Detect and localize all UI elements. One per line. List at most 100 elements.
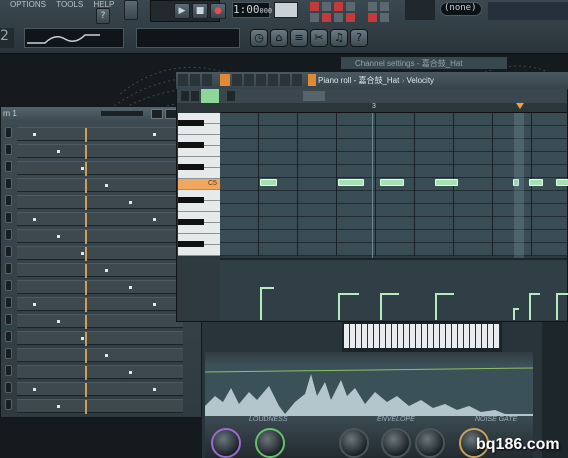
help-icon[interactable]: ? <box>350 29 368 47</box>
channel-row[interactable] <box>17 314 183 329</box>
velocity-handle[interactable] <box>555 293 568 295</box>
channel-mute-led[interactable] <box>5 382 12 393</box>
scroll-thumb[interactable] <box>303 91 325 101</box>
option-toggle[interactable] <box>380 13 389 22</box>
channel-mute-led[interactable] <box>5 178 12 189</box>
channel-row[interactable] <box>17 212 183 227</box>
time-ruler[interactable]: 3 <box>220 103 567 113</box>
mixer-icon[interactable]: ≡ <box>290 29 308 47</box>
pattern-selector[interactable]: (none) <box>440 2 482 16</box>
note[interactable] <box>528 179 544 186</box>
velocity-bar[interactable] <box>528 293 531 320</box>
velocity-lane[interactable] <box>220 258 568 320</box>
mini-keyboard[interactable] <box>342 322 502 352</box>
option-toggle[interactable] <box>334 13 343 22</box>
step-dot[interactable] <box>81 252 84 255</box>
option-toggle[interactable] <box>310 13 319 22</box>
channel-mute-led[interactable] <box>5 127 12 138</box>
undo-icon[interactable] <box>202 74 212 86</box>
channel-mute-led[interactable] <box>5 161 12 172</box>
playhead-marker[interactable] <box>516 103 524 109</box>
swing-slider[interactable] <box>101 111 143 116</box>
step-dot[interactable] <box>33 388 36 391</box>
channel-row[interactable] <box>17 161 183 176</box>
step-dot[interactable] <box>57 405 60 408</box>
channel-row[interactable] <box>17 195 183 210</box>
channel-mute-led[interactable] <box>5 314 12 325</box>
scroll-left-icon[interactable] <box>227 91 235 101</box>
mute-icon[interactable] <box>256 74 266 86</box>
note[interactable] <box>555 179 568 186</box>
step-dot[interactable] <box>81 167 84 170</box>
step-dot[interactable] <box>129 286 132 289</box>
option-toggle[interactable] <box>368 13 377 22</box>
paint-icon[interactable] <box>232 74 242 86</box>
note[interactable] <box>259 179 278 186</box>
channel-mute-led[interactable] <box>5 144 12 155</box>
black-key[interactable] <box>178 219 204 225</box>
channel-mute-led[interactable] <box>5 212 12 223</box>
loudness-knob[interactable] <box>211 428 241 458</box>
delete-icon[interactable] <box>244 74 254 86</box>
channel-mute-led[interactable] <box>5 348 12 359</box>
note[interactable] <box>380 179 404 186</box>
option-toggle[interactable] <box>346 2 355 11</box>
song-mode-button[interactable] <box>124 0 138 20</box>
black-key[interactable] <box>178 142 204 148</box>
step-dot[interactable] <box>57 235 60 238</box>
note[interactable] <box>435 179 459 186</box>
mini-keys[interactable] <box>344 324 500 348</box>
option-toggle[interactable] <box>380 2 389 11</box>
channel-row[interactable] <box>17 280 183 295</box>
velocity-bar[interactable] <box>555 293 558 320</box>
step-dot[interactable] <box>153 218 156 221</box>
piano-keyboard[interactable]: C5 <box>178 113 220 256</box>
channel-row[interactable] <box>17 382 183 397</box>
menu-item-tools[interactable]: TOOLS <box>56 0 83 9</box>
step-dot[interactable] <box>129 371 132 374</box>
channel-row[interactable] <box>17 178 183 193</box>
option-toggle[interactable] <box>334 2 343 11</box>
plugin-icon[interactable]: ⌂ <box>270 29 288 47</box>
step-dot[interactable] <box>81 337 84 340</box>
channel-row[interactable] <box>17 365 183 380</box>
velocity-handle[interactable] <box>380 293 400 295</box>
zoom-icon[interactable] <box>280 74 290 86</box>
step-dot[interactable] <box>57 320 60 323</box>
clock-icon[interactable]: ◷ <box>250 29 268 47</box>
step-dot[interactable] <box>129 201 132 204</box>
channel-row[interactable] <box>17 348 183 363</box>
envelope-knob[interactable] <box>339 428 369 458</box>
option-toggle[interactable] <box>368 2 377 11</box>
tempo-display[interactable] <box>274 2 298 18</box>
magnet-icon[interactable] <box>190 74 200 86</box>
piano-icon[interactable]: ♫ <box>330 29 348 47</box>
step-dot[interactable] <box>153 388 156 391</box>
envelope-knob[interactable] <box>381 428 411 458</box>
velocity-bar[interactable] <box>337 293 340 320</box>
option-toggle[interactable] <box>346 13 355 22</box>
channel-mute-led[interactable] <box>5 263 12 274</box>
channel-row[interactable] <box>17 263 183 278</box>
step-dot[interactable] <box>153 303 156 306</box>
option-toggle[interactable] <box>322 2 331 11</box>
option-toggle[interactable] <box>322 13 331 22</box>
step-dot[interactable] <box>105 354 108 357</box>
step-dot[interactable] <box>153 133 156 136</box>
channel-mute-led[interactable] <box>5 195 12 206</box>
black-key[interactable] <box>178 120 204 126</box>
select-icon[interactable] <box>268 74 278 86</box>
question-icon[interactable]: ? <box>96 8 110 24</box>
channel-row[interactable] <box>17 331 183 346</box>
menu-item-options[interactable]: OPTIONS <box>10 0 46 9</box>
stop-button[interactable]: ■ <box>192 3 208 19</box>
channel-mute-led[interactable] <box>5 297 12 308</box>
step-dot[interactable] <box>105 269 108 272</box>
channel-row[interactable] <box>17 246 183 261</box>
black-key[interactable] <box>178 164 204 170</box>
velocity-handle[interactable] <box>259 287 274 289</box>
channel-mute-led[interactable] <box>5 331 12 342</box>
pencil-icon[interactable] <box>220 74 230 86</box>
channel-row[interactable] <box>17 127 183 142</box>
channel-row[interactable] <box>17 399 183 414</box>
